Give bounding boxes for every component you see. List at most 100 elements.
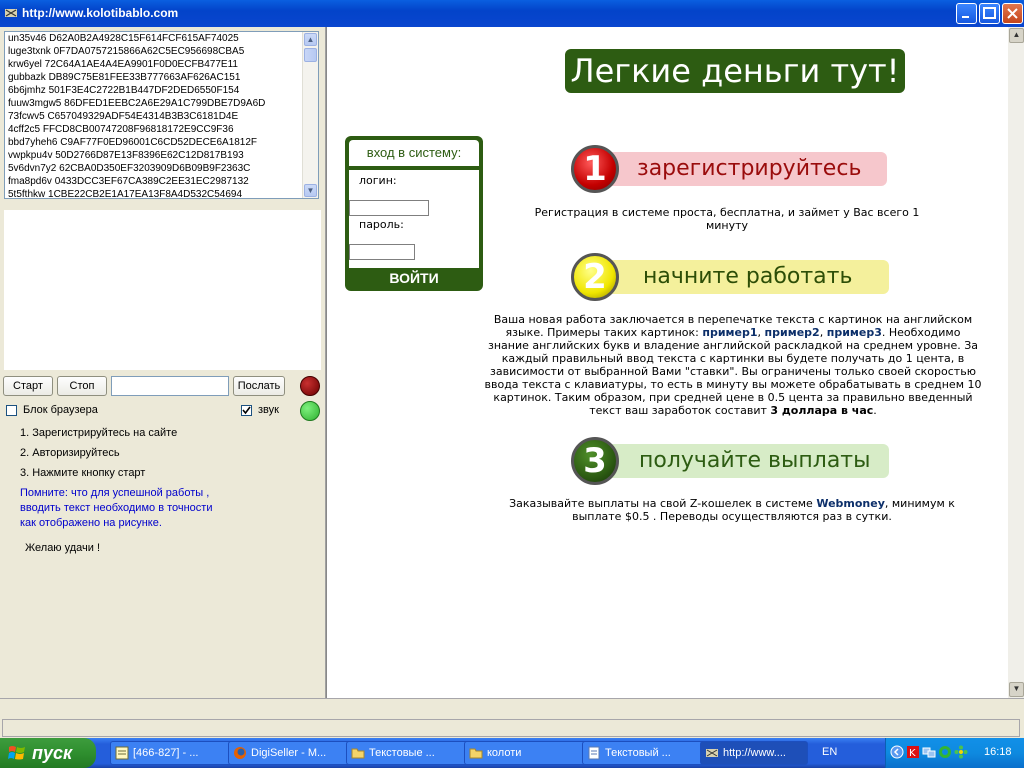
stop-button[interactable]: Стоп (57, 376, 107, 396)
messenger-icon[interactable] (954, 745, 968, 759)
step-3-line-2: выплате $0.5 . Переводы осуществляются р… (572, 510, 892, 523)
log-row[interactable]: fma8pd6v 0433DCC3EF67CA389C2EE31EC298713… (5, 175, 318, 188)
tray-expand-icon[interactable] (890, 745, 904, 759)
note-line-1: Помните: что для успешной работы , (20, 487, 210, 499)
log-row[interactable]: 5t5fthkw 1CBE22CB2E1A17EA13F8A4D532C5469… (5, 188, 318, 198)
earnings-amount: 3 доллара в час (770, 404, 874, 417)
maximize-icon (983, 7, 996, 19)
captcha-input[interactable] (111, 376, 229, 396)
step-2-line-2: языке. Примеры таких картинок: пример1, … (505, 326, 961, 339)
maximize-button[interactable] (979, 3, 1000, 24)
step-2-description: Ваша новая работа заключается в перепеча… (475, 313, 991, 417)
step-2-label: начните работать (643, 264, 853, 289)
taskbar-item-2-label: DigiSeller - M... (251, 747, 327, 759)
send-button[interactable]: Послать (233, 376, 285, 396)
log-row[interactable]: gubbazk DB89C75E81FEE33B777663AF626AC151 (5, 71, 318, 84)
step-2-line-8-end: . (873, 404, 877, 417)
step-3-line-1: Заказывайте выплаты на свой Z-кошелек в … (497, 497, 967, 510)
step-1: 1 зарегистрируйтесь (571, 145, 891, 195)
notepad-icon (115, 746, 129, 760)
log-row[interactable]: luge3txnk 0F7DA0757215866A62C5EC956698CB… (5, 45, 318, 58)
firefox-icon (234, 747, 246, 759)
step-2-number: 2 (571, 253, 619, 301)
webmoney-link[interactable]: Webmoney (816, 497, 885, 510)
log-row[interactable]: 4cff2c5 FFCD8CB00747208F96818172E9CC9F36 (5, 123, 318, 136)
step-2-line-3: знание английских букв и владение англий… (487, 339, 979, 352)
login-label: логин: (359, 174, 397, 187)
network-icon[interactable] (922, 745, 936, 759)
taskbar-item-6-label: http://www.... (723, 747, 786, 759)
checkmark-icon (242, 406, 251, 415)
taskbar-item-1-label: [466-827] - ... (133, 747, 199, 759)
scroll-up-icon[interactable]: ▲ (304, 33, 317, 46)
taskbar: пуск [466-827] - ... DigiSeller - M... Т… (0, 738, 1024, 768)
folder-icon (469, 748, 483, 759)
step-3-number: 3 (571, 437, 619, 485)
status-field (2, 719, 1020, 737)
taskbar-item-2[interactable]: DigiSeller - M... (228, 741, 353, 765)
windows-logo-icon (8, 746, 25, 760)
taskbar-item-5-label: Текстовый ... (605, 747, 671, 759)
log-row[interactable]: 6b6jmhz 501F3E4C2722B1B447DF2DED6550F154 (5, 84, 318, 97)
taskbar-item-4-label: колоти (487, 747, 522, 759)
language-indicator[interactable]: EN (822, 746, 837, 758)
login-box: вход в систему: логин: пароль: ВОЙТИ (345, 136, 483, 291)
log-row[interactable]: un35v46 D62A0B2A4928C15F614FCF615AF74025 (5, 32, 318, 45)
browser-scroll-up-icon[interactable]: ▲ (1009, 28, 1024, 43)
window-title: http://www.kolotibablo.com (22, 6, 179, 20)
step-3-line-1-text: Заказывайте выплаты на свой Z-кошелек в … (509, 497, 813, 510)
log-row[interactable]: krw6yel 72C64A1AE4A4EA9901F0D0ECFB477E11 (5, 58, 318, 71)
browser-view[interactable]: Легкие деньги тут! вход в систему: логин… (326, 27, 1024, 698)
scroll-thumb[interactable] (304, 48, 317, 62)
control-panel: un35v46 D62A0B2A4928C15F614FCF615AF74025… (0, 27, 326, 698)
start-button[interactable]: пуск (0, 738, 96, 768)
login-input[interactable] (349, 200, 429, 216)
start-button[interactable]: Старт (3, 376, 53, 396)
login-form: логин: пароль: (349, 170, 479, 268)
captcha-log-list[interactable]: un35v46 D62A0B2A4928C15F614FCF615AF74025… (4, 31, 319, 199)
clock: 16:18 (984, 746, 1012, 758)
step-2-line-5: зависимости от выбранной Вами "ставки". … (490, 365, 976, 378)
login-header: вход в систему: (349, 140, 479, 166)
step-2-line-6: ввода текста с клавиатуры, то есть в мин… (484, 378, 982, 391)
sound-checkbox[interactable] (241, 405, 252, 416)
minimize-button[interactable] (956, 3, 977, 24)
connection-icon[interactable] (938, 745, 952, 759)
title-bar: http://www.kolotibablo.com (0, 0, 1024, 27)
log-row[interactable]: fuuw3mgw5 86DFED1EEBC2A6E29A1C799DBE7D9A… (5, 97, 318, 110)
text-document-icon (588, 746, 600, 760)
step-1-description: Регистрация в системе проста, бесплатна,… (534, 206, 920, 232)
login-submit-button[interactable]: ВОЙТИ (345, 268, 483, 288)
browser-scrollbar[interactable]: ▲ ▼ (1008, 27, 1024, 698)
taskbar-item-6[interactable]: http://www.... (700, 741, 808, 765)
scroll-down-icon[interactable]: ▼ (304, 184, 317, 197)
instruction-1: 1. Зарегистрируйтесь на сайте (20, 427, 178, 439)
minimize-icon (962, 16, 969, 18)
password-input[interactable] (349, 244, 415, 260)
example-3-link[interactable]: пример3 (827, 326, 882, 339)
log-row[interactable]: 5v6dvn7y2 62CBA0D350EF3203909D6B09B9F236… (5, 162, 318, 175)
taskbar-item-1[interactable]: [466-827] - ... (110, 741, 235, 765)
instruction-3: 3. Нажмите кнопку старт (20, 467, 146, 479)
start-label: пуск (32, 743, 73, 763)
password-label: пароль: (359, 218, 404, 231)
log-row[interactable]: vwpkpu4v 50D2766D87E13F8396E62C12D817B19… (5, 149, 318, 162)
taskbar-item-4[interactable]: колоти (464, 741, 589, 765)
log-row[interactable]: 73fcwv5 C657049329ADF54E4314B3B3C6181D4E (5, 110, 318, 123)
step-2-line-8: текст ваш заработок составит 3 доллара в… (475, 404, 991, 417)
antivirus-icon[interactable]: K (906, 745, 920, 759)
step-3: 3 получайте выплаты (571, 437, 891, 487)
block-browser-checkbox[interactable] (6, 405, 17, 416)
step-2-line-2-end: . Необходимо (881, 326, 961, 339)
browser-scroll-down-icon[interactable]: ▼ (1009, 682, 1024, 697)
step-2-line-1: Ваша новая работа заключается в перепеча… (493, 313, 973, 326)
close-button[interactable] (1002, 3, 1023, 24)
log-row[interactable]: bbd7yheh6 C9AF77F0ED96001C6CD52DECE6A181… (5, 136, 318, 149)
site-headline: Легкие деньги тут! (565, 49, 905, 93)
log-scrollbar[interactable]: ▲ ▼ (302, 32, 318, 198)
example-1-link[interactable]: пример1 (702, 326, 757, 339)
taskbar-item-3[interactable]: Текстовые ... (346, 741, 471, 765)
example-2-link[interactable]: пример2 (765, 326, 820, 339)
taskbar-item-5[interactable]: Текстовый ... (582, 741, 707, 765)
good-luck-text: Желаю удачи ! (25, 542, 101, 554)
